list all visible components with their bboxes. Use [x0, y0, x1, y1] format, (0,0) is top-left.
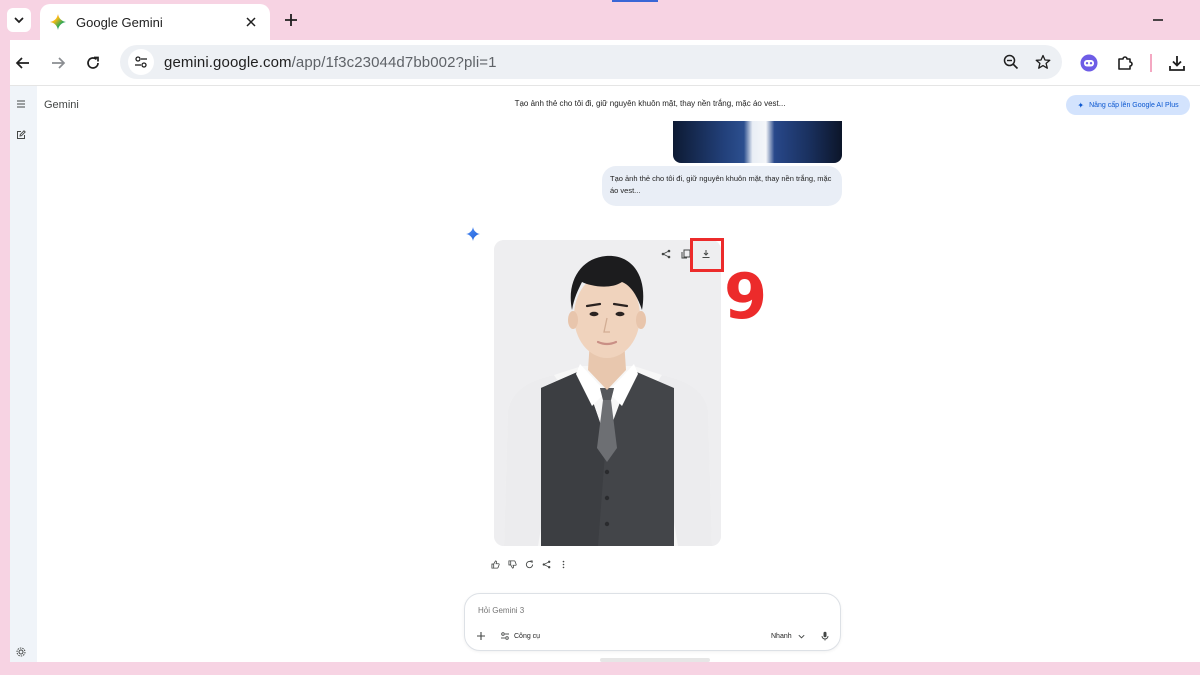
downloads-button[interactable]	[1165, 51, 1189, 75]
mode-label: Nhanh	[771, 632, 792, 640]
gemini-favicon-icon	[50, 14, 66, 30]
tab-strip: Google Gemini	[0, 0, 1200, 40]
brand-label[interactable]: Gemini	[44, 99, 79, 111]
microphone-button[interactable]	[820, 630, 834, 642]
forward-button[interactable]	[47, 52, 69, 74]
gemini-page: Gemini Tạo ảnh thẻ cho tôi đi, giữ nguyê…	[10, 86, 1200, 662]
tools-label: Công cụ	[514, 632, 541, 640]
gemini-spark-icon	[466, 227, 480, 241]
hamburger-icon	[17, 100, 25, 108]
tab-google-gemini[interactable]: Google Gemini	[40, 4, 270, 40]
generated-portrait-image	[494, 240, 721, 546]
upgrade-button[interactable]: ✦ Nâng cấp lên Google AI Plus	[1066, 95, 1190, 115]
share-image-button[interactable]	[659, 247, 673, 261]
close-icon	[246, 17, 256, 27]
footer-disclaimer	[600, 658, 710, 662]
chevron-down-icon	[798, 634, 805, 638]
arrow-right-icon	[52, 57, 66, 69]
new-chat-button[interactable]	[13, 127, 29, 143]
new-tab-button[interactable]	[280, 9, 302, 31]
edit-icon	[17, 130, 26, 139]
thumbs-up-button[interactable]	[490, 559, 500, 569]
settings-button[interactable]	[13, 644, 29, 660]
minimize-button[interactable]	[1148, 10, 1168, 30]
thumbs-down-icon	[507, 559, 517, 569]
tools-button[interactable]: Công cụ	[500, 630, 540, 642]
download-highlight-box	[690, 238, 724, 272]
prompt-input-box: Công cụ Nhanh	[464, 593, 841, 651]
user-message-bubble: Tạo ảnh thẻ cho tôi đi, giữ nguyên khuôn…	[602, 166, 842, 206]
prompt-input[interactable]	[478, 606, 728, 615]
tab-title: Google Gemini	[76, 14, 163, 30]
extensions-menu-button[interactable]	[1113, 51, 1137, 75]
url-text: gemini.google.com/app/1f3c23044d7bb002?p…	[164, 54, 990, 71]
thumbs-down-button[interactable]	[507, 559, 517, 569]
toolbar-divider	[1150, 54, 1152, 72]
address-bar[interactable]: gemini.google.com/app/1f3c23044d7bb002?p…	[120, 45, 1062, 79]
more-vertical-icon	[562, 560, 564, 568]
extension-avatar-icon	[1080, 54, 1098, 72]
sparkle-icon: ✦	[1077, 100, 1085, 110]
generated-image-card[interactable]	[494, 240, 721, 546]
gear-icon	[16, 647, 26, 657]
conversation-title: Tạo ảnh thẻ cho tôi đi, giữ nguyên khuôn…	[514, 99, 786, 108]
download-icon	[1169, 56, 1185, 71]
add-attachment-button[interactable]	[476, 630, 490, 642]
tab-close-button[interactable]	[242, 13, 260, 31]
zoom-out-icon	[1003, 54, 1019, 70]
reload-icon	[87, 56, 99, 69]
loading-indicator	[612, 0, 658, 2]
upgrade-label: Nâng cấp lên Google AI Plus	[1089, 101, 1179, 109]
sidebar	[10, 86, 37, 662]
browser-toolbar: gemini.google.com/app/1f3c23044d7bb002?p…	[10, 40, 1200, 86]
tune-icon	[135, 56, 147, 68]
response-actions	[490, 558, 568, 570]
star-outline-icon	[1035, 54, 1051, 69]
regenerate-button[interactable]	[524, 559, 534, 569]
back-button[interactable]	[12, 52, 34, 74]
plus-icon	[285, 14, 297, 26]
share-response-button[interactable]	[541, 559, 551, 569]
mode-selector[interactable]: Nhanh	[771, 630, 810, 642]
minimize-icon	[1153, 19, 1163, 21]
site-info-button[interactable]	[128, 49, 154, 75]
puzzle-icon	[1118, 56, 1133, 70]
zoom-button[interactable]	[1000, 51, 1022, 73]
step-number-annotation: 9	[724, 260, 768, 333]
microphone-icon	[821, 631, 829, 641]
more-options-button[interactable]	[558, 559, 568, 569]
user-message-text: Tạo ảnh thẻ cho tôi đi, giữ nguyên khuôn…	[610, 174, 832, 195]
extension-button[interactable]	[1077, 51, 1101, 75]
url-path: /app/1f3c23044d7bb002?pli=1	[291, 53, 497, 71]
arrow-left-icon	[15, 57, 29, 69]
plus-icon	[477, 632, 485, 640]
thumbs-up-icon	[490, 559, 500, 569]
tune-icon	[501, 632, 509, 640]
menu-button[interactable]	[13, 96, 29, 112]
reload-button[interactable]	[82, 52, 104, 74]
tab-search-button[interactable]	[7, 8, 31, 32]
redo-icon	[525, 559, 533, 568]
bookmark-button[interactable]	[1032, 51, 1054, 73]
url-domain: gemini.google.com	[164, 53, 292, 71]
chevron-down-icon	[14, 17, 24, 24]
share-icon	[542, 560, 550, 568]
share-icon	[661, 249, 671, 259]
previous-image[interactable]	[673, 121, 842, 163]
